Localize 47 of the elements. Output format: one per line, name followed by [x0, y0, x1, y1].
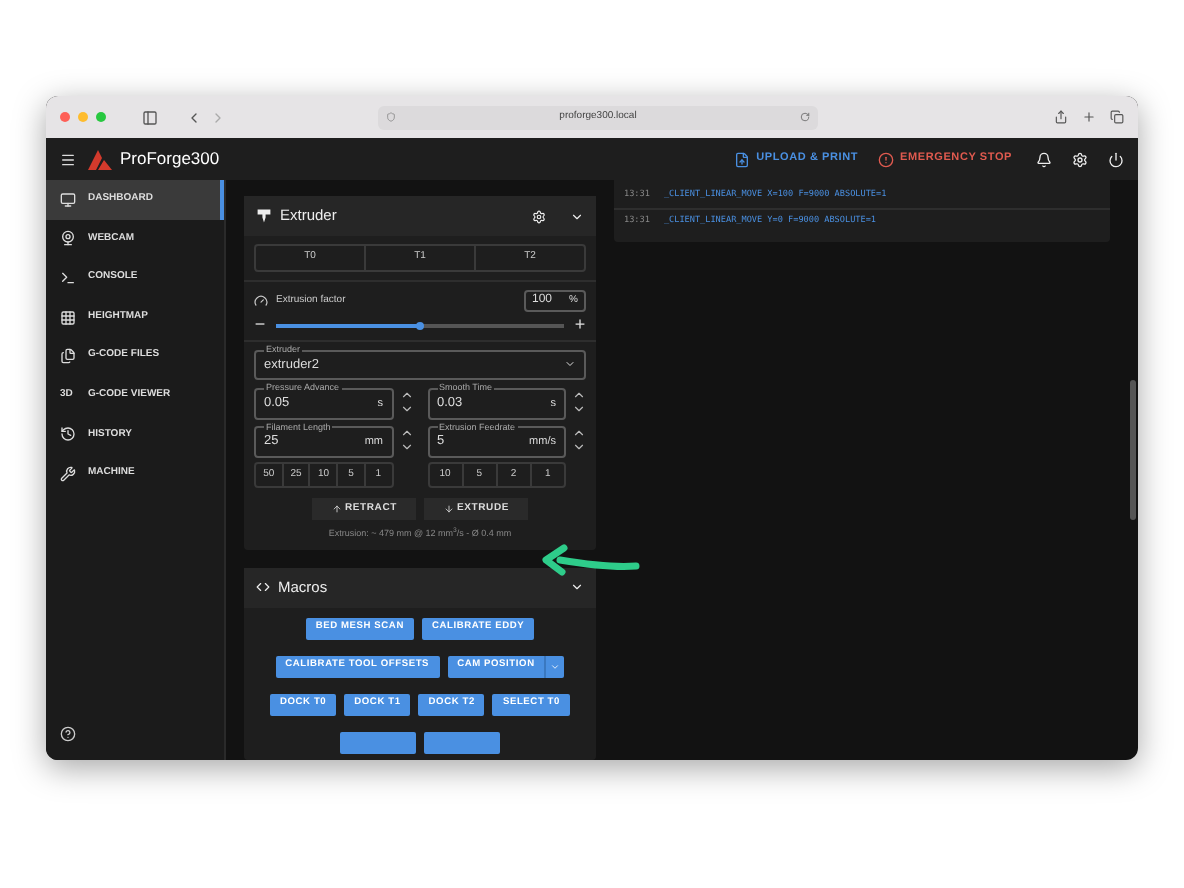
decrement-icon[interactable] [572, 401, 586, 416]
back-icon[interactable] [186, 109, 202, 125]
decrement-icon[interactable] [399, 401, 413, 416]
share-icon[interactable] [1054, 110, 1068, 124]
annotation-arrow [540, 542, 640, 582]
settings-icon[interactable] [532, 209, 546, 223]
help-icon[interactable] [60, 726, 76, 742]
tabs-icon[interactable] [1110, 110, 1124, 124]
alert-icon [878, 151, 895, 167]
code-icon [256, 580, 270, 594]
menu-icon[interactable] [60, 151, 76, 167]
gauge-icon [254, 294, 268, 308]
decrement-icon[interactable] [572, 440, 586, 455]
increment-icon[interactable] [399, 387, 413, 402]
increase-button[interactable]: + [574, 316, 586, 334]
grid-icon [60, 309, 76, 326]
decrease-button[interactable]: − [254, 316, 266, 334]
macro-button[interactable] [424, 731, 500, 753]
power-icon[interactable] [1108, 151, 1124, 167]
file-upload-icon [734, 151, 751, 167]
wrench-icon [60, 465, 76, 482]
files-icon [60, 348, 76, 365]
collapse-icon[interactable] [570, 580, 584, 594]
scrollbar-thumb [1130, 380, 1136, 520]
sidebar-toggle-icon[interactable] [142, 109, 158, 125]
macro-button[interactable] [340, 731, 416, 753]
logo-icon [88, 149, 112, 169]
shield-icon [386, 112, 396, 122]
slider-thumb[interactable] [416, 321, 424, 329]
reload-icon[interactable] [800, 112, 810, 122]
settings-icon[interactable] [1072, 151, 1088, 167]
terminal-icon [60, 269, 76, 286]
increment-icon[interactable] [399, 426, 413, 441]
arrow-up-icon [331, 503, 341, 514]
increment-icon[interactable] [572, 426, 586, 441]
dropdown-icon [564, 358, 576, 371]
new-tab-icon[interactable] [1082, 110, 1096, 124]
nozzle-icon [256, 208, 272, 224]
app-title: ProForge300 [120, 146, 220, 172]
webcam-icon [60, 230, 76, 247]
monitor-icon [60, 191, 76, 208]
history-icon [60, 426, 76, 443]
collapse-icon[interactable] [570, 209, 584, 223]
increment-icon[interactable] [572, 387, 586, 402]
notification-icon[interactable] [1036, 151, 1052, 167]
arrow-down-icon [443, 503, 453, 514]
decrement-icon[interactable] [399, 440, 413, 455]
